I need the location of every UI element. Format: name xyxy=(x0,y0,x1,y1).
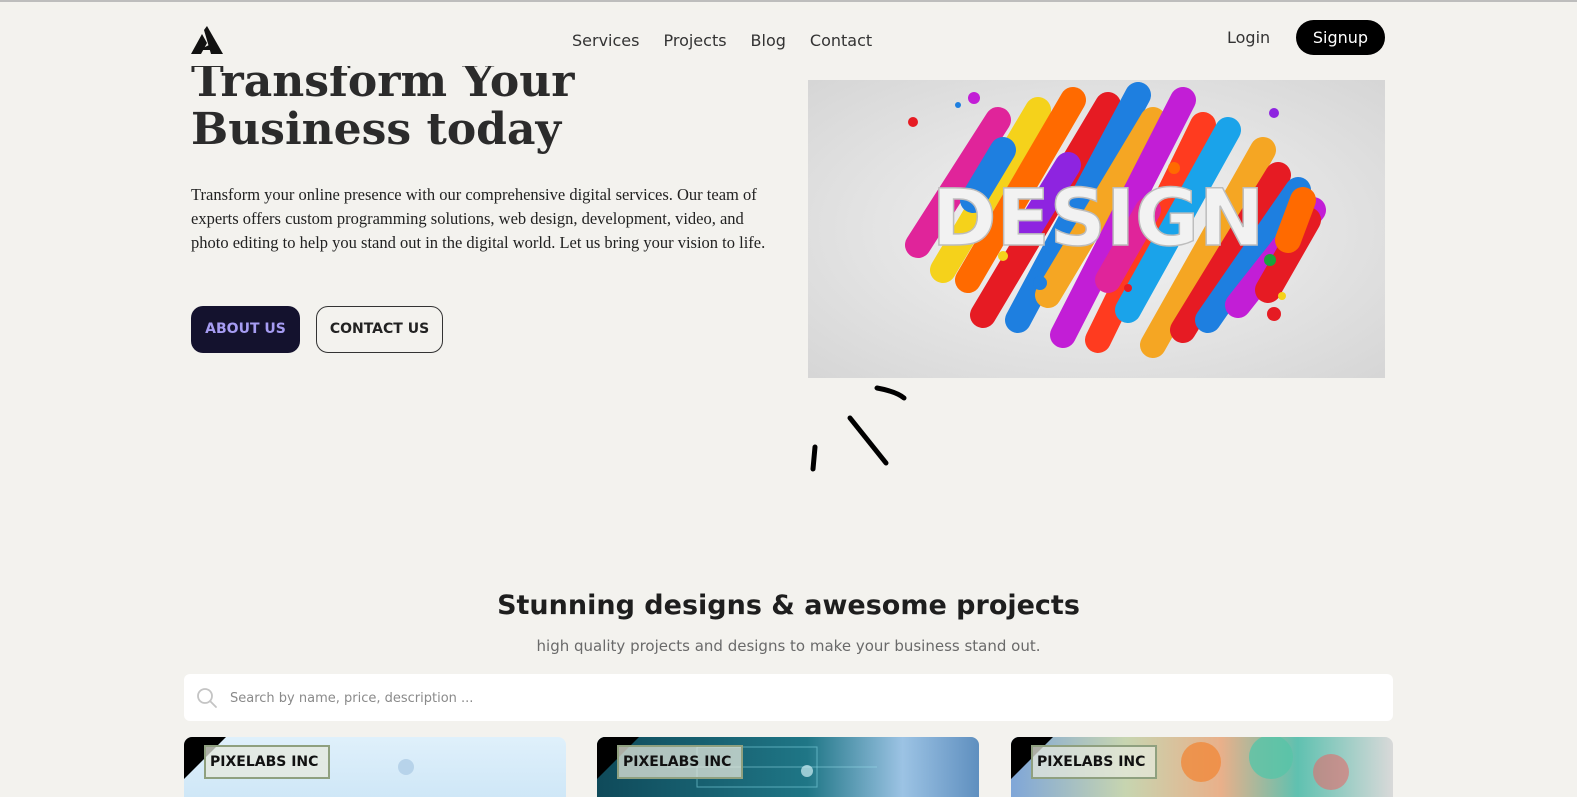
decorative-doodle xyxy=(810,385,907,472)
card-company-tag: PIXELABS INC xyxy=(617,745,744,779)
project-search-bar xyxy=(184,674,1393,723)
paint-splash-graphic xyxy=(1181,737,1349,790)
main-nav: Services Projects Blog Contact xyxy=(572,30,896,52)
hero-title: Transform Your Business today xyxy=(191,56,575,155)
login-link[interactable]: Login xyxy=(1227,27,1270,49)
project-card[interactable]: PIXELABS INC xyxy=(184,737,566,797)
projects-section-title: Stunning designs & awesome projects xyxy=(497,590,1080,621)
nav-link-services[interactable]: Services xyxy=(572,30,639,52)
nav-link-blog[interactable]: Blog xyxy=(751,30,786,52)
card-company-tag: PIXELABS INC xyxy=(1031,745,1158,779)
contact-us-button[interactable]: CONTACT US xyxy=(316,306,443,353)
nav-link-contact[interactable]: Contact xyxy=(810,30,872,52)
top-border xyxy=(0,0,1577,2)
search-icon xyxy=(197,688,217,708)
triangle-logo-icon[interactable] xyxy=(191,26,223,54)
design-image-text: DESIGN xyxy=(932,174,1265,264)
design-hero-image: DESIGN xyxy=(808,80,1385,378)
nav-link-projects[interactable]: Projects xyxy=(663,30,726,52)
card-company-tag: PIXELABS INC xyxy=(204,745,331,779)
projects-section-subtitle: high quality projects and designs to mak… xyxy=(536,637,1041,655)
signup-button[interactable]: Signup xyxy=(1296,20,1385,55)
hero-description: Transform your online presence with our … xyxy=(191,185,766,252)
project-card[interactable]: PIXELABS INC xyxy=(597,737,979,797)
pin-icon xyxy=(398,759,414,775)
project-card[interactable]: PIXELABS INC xyxy=(1011,737,1393,797)
about-us-button[interactable]: ABOUT US xyxy=(191,306,300,353)
search-input[interactable] xyxy=(228,674,1372,723)
